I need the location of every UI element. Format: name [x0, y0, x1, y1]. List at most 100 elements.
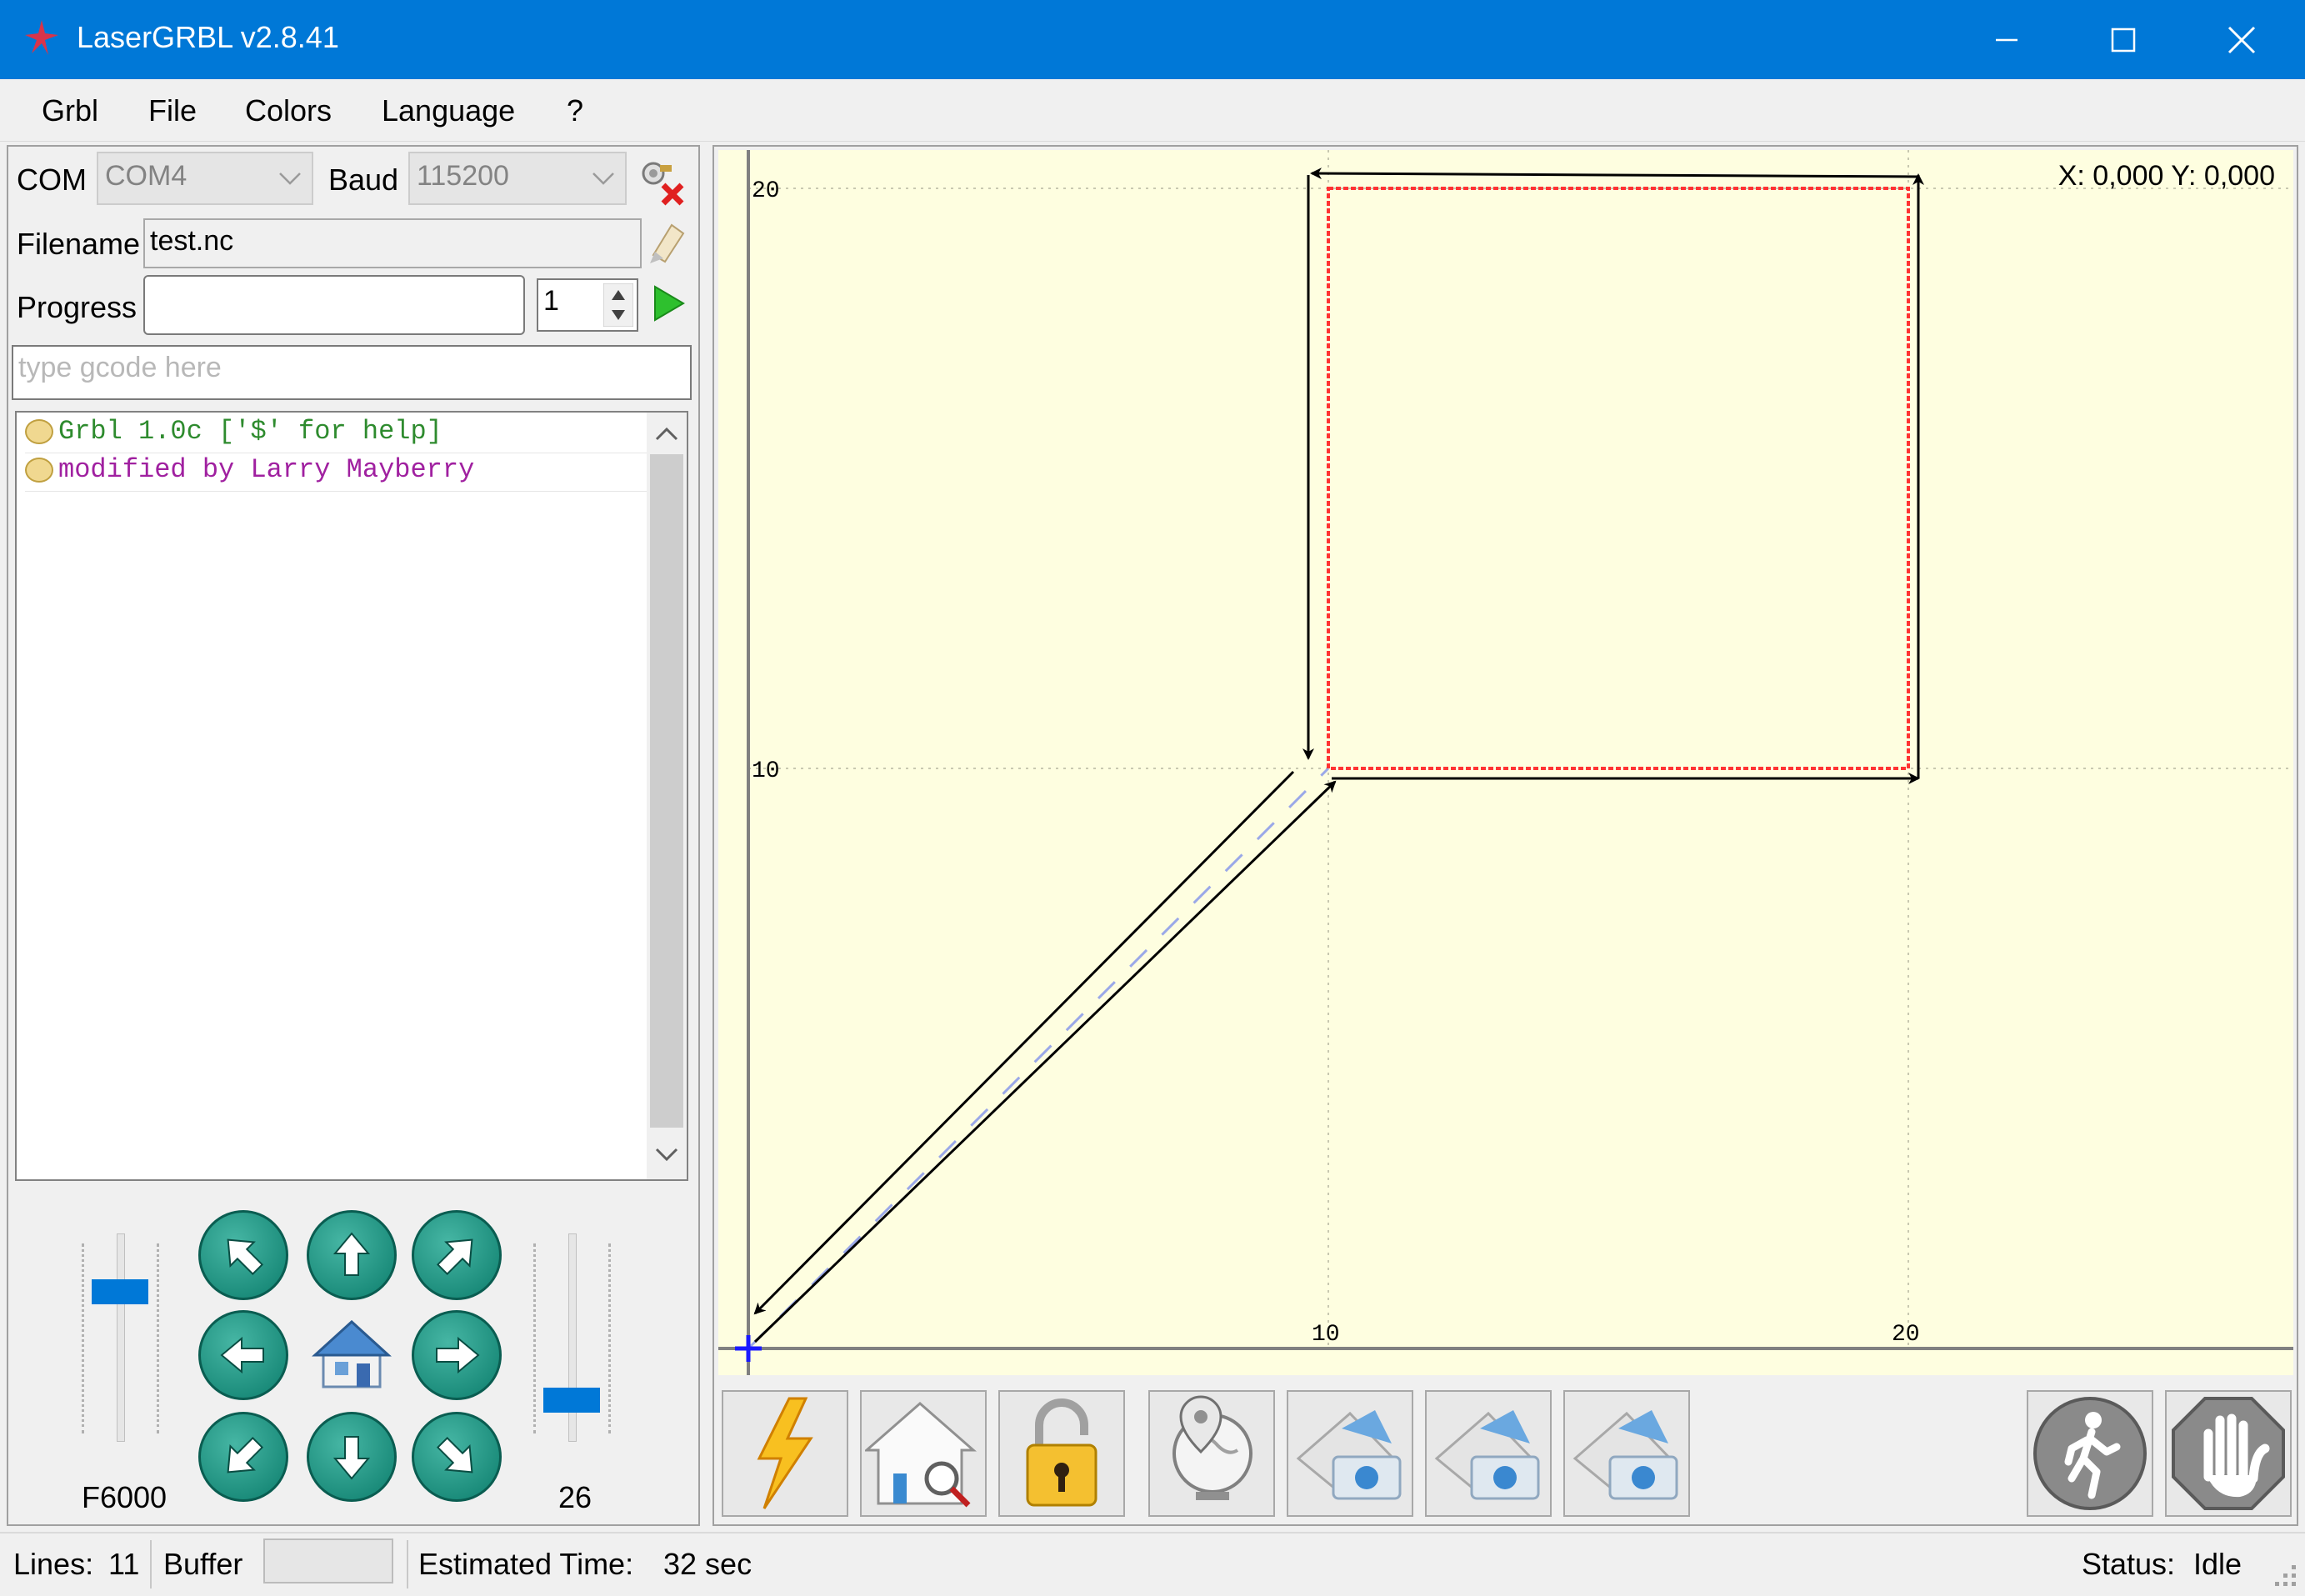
- custom-button-3[interactable]: [1563, 1390, 1690, 1517]
- step-value: 26: [558, 1480, 592, 1514]
- menu-language[interactable]: Language: [382, 93, 515, 128]
- scroll-up-icon[interactable]: [655, 426, 678, 443]
- console-log[interactable]: Grbl 1.0c ['$' for help] modified by Lar…: [15, 411, 688, 1181]
- arrow-down-right-icon: [436, 1436, 473, 1473]
- scroll-down-icon[interactable]: [655, 1146, 678, 1163]
- slider-ticks: [608, 1243, 614, 1433]
- scrollbar-thumb[interactable]: [650, 454, 683, 1128]
- gcode-input-placeholder: type gcode here: [18, 352, 222, 383]
- unlock-icon: [1026, 1398, 1098, 1507]
- menu-bar: [0, 81, 2305, 142]
- minimize-icon: [1996, 38, 2018, 41]
- minimize-button[interactable]: [1948, 0, 2065, 79]
- com-port-select[interactable]: COM4: [97, 152, 313, 205]
- jog-north-button[interactable]: [307, 1210, 397, 1300]
- custom-button-1-icon: [1296, 1410, 1402, 1500]
- world-origin-icon: [1172, 1395, 1252, 1500]
- console-scrollbar[interactable]: [647, 413, 687, 1179]
- estimated-time-label: Estimated Time:: [418, 1547, 634, 1581]
- copies-stepper[interactable]: 1: [537, 278, 638, 332]
- menu-help[interactable]: ?: [567, 93, 583, 128]
- custom-button-2-icon: [1434, 1410, 1540, 1500]
- arrow-left-icon: [220, 1336, 264, 1374]
- com-label: COM: [17, 163, 87, 197]
- menu-grbl[interactable]: Grbl: [42, 93, 98, 128]
- buffer-bar: [263, 1538, 393, 1583]
- estimated-time-value: 32 sec: [663, 1547, 752, 1581]
- x-tick-label: 20: [1892, 1322, 1920, 1348]
- slider-ticks: [157, 1243, 162, 1433]
- slider-thumb[interactable]: [92, 1279, 148, 1304]
- slider-ticks: [82, 1243, 88, 1433]
- jog-north-east-button[interactable]: [412, 1210, 502, 1300]
- abort-icon: [2172, 1397, 2285, 1510]
- chevron-down-icon: [592, 173, 614, 185]
- laser-fire-button[interactable]: [722, 1390, 848, 1517]
- maximize-button[interactable]: [2065, 0, 2182, 79]
- maximize-icon: [2111, 28, 2136, 52]
- menu-colors[interactable]: Colors: [245, 93, 332, 128]
- window-title: LaserGRBL v2.8.41: [77, 20, 339, 54]
- arrow-down-icon: [332, 1436, 371, 1480]
- filename-value: test.nc: [150, 225, 234, 257]
- arrow-up-left-icon: [227, 1238, 264, 1276]
- step-slider[interactable]: [527, 1233, 620, 1442]
- chat-bubble-icon: [25, 418, 53, 444]
- jog-home-button[interactable]: [307, 1310, 397, 1400]
- jog-west-button[interactable]: [198, 1310, 288, 1400]
- gcode-preview-canvas[interactable]: 20 10 10 20 X: 0,000 Y: 0,000: [718, 150, 2293, 1375]
- progress-bar: [143, 275, 525, 335]
- run-program-button[interactable]: [648, 282, 688, 325]
- jog-north-west-button[interactable]: [198, 1210, 288, 1300]
- lines-value: 11: [108, 1547, 140, 1581]
- unlock-button[interactable]: [998, 1390, 1125, 1517]
- chat-bubble-icon: [25, 457, 53, 483]
- connect-button[interactable]: [635, 157, 688, 207]
- gcode-input[interactable]: type gcode here: [12, 345, 692, 400]
- speed-value: F6000: [82, 1480, 168, 1514]
- jog-south-west-button[interactable]: [198, 1412, 288, 1502]
- status-label: Status:: [2082, 1547, 2176, 1581]
- laser-fire-icon: [757, 1397, 813, 1509]
- status-value: Idle: [2193, 1547, 2242, 1581]
- home-icon: [312, 1319, 392, 1388]
- jog-south-button[interactable]: [307, 1412, 397, 1502]
- custom-button-1[interactable]: [1287, 1390, 1413, 1517]
- title-bar: LaserGRBL v2.8.41: [0, 0, 2305, 79]
- app-logo-icon: [25, 20, 58, 55]
- com-port-value: COM4: [105, 160, 188, 192]
- copies-value: 1: [543, 285, 559, 317]
- console-line-text: modified by Larry Mayberry: [58, 454, 475, 485]
- resize-grip-icon[interactable]: [2267, 1557, 2300, 1590]
- close-button[interactable]: [2183, 0, 2300, 79]
- filename-field: test.nc: [143, 218, 642, 268]
- chevron-down-icon: [279, 173, 301, 185]
- jog-east-button[interactable]: [412, 1310, 502, 1400]
- homing-icon: [865, 1402, 977, 1508]
- menu-file[interactable]: File: [148, 93, 197, 128]
- custom-button-3-icon: [1572, 1410, 1678, 1500]
- custom-button-2[interactable]: [1425, 1390, 1552, 1517]
- status-separator: [407, 1540, 408, 1588]
- console-line: Grbl 1.0c ['$' for help]: [25, 416, 650, 453]
- resume-button[interactable]: [2027, 1390, 2153, 1517]
- status-separator: [150, 1540, 152, 1588]
- preview-background: [718, 150, 2293, 1375]
- filename-label: Filename: [17, 227, 141, 261]
- jog-south-east-button[interactable]: [412, 1412, 502, 1502]
- homing-button[interactable]: [860, 1390, 987, 1517]
- world-origin-button[interactable]: [1148, 1390, 1275, 1517]
- close-icon: [2228, 26, 2256, 53]
- slider-track: [117, 1233, 125, 1442]
- speed-slider[interactable]: [75, 1233, 168, 1442]
- stepper-arrows-icon: [603, 283, 633, 327]
- coordinates-readout: X: 0,000 Y: 0,000: [2058, 160, 2275, 192]
- arrow-up-right-icon: [436, 1238, 473, 1276]
- slider-thumb[interactable]: [543, 1388, 600, 1413]
- baud-rate-select[interactable]: 115200: [408, 152, 627, 205]
- console-line-text: Grbl 1.0c ['$' for help]: [58, 416, 442, 447]
- arrow-right-icon: [436, 1336, 480, 1374]
- lines-label: Lines:: [13, 1547, 94, 1581]
- open-file-button[interactable]: [647, 218, 688, 265]
- abort-button[interactable]: [2165, 1390, 2292, 1517]
